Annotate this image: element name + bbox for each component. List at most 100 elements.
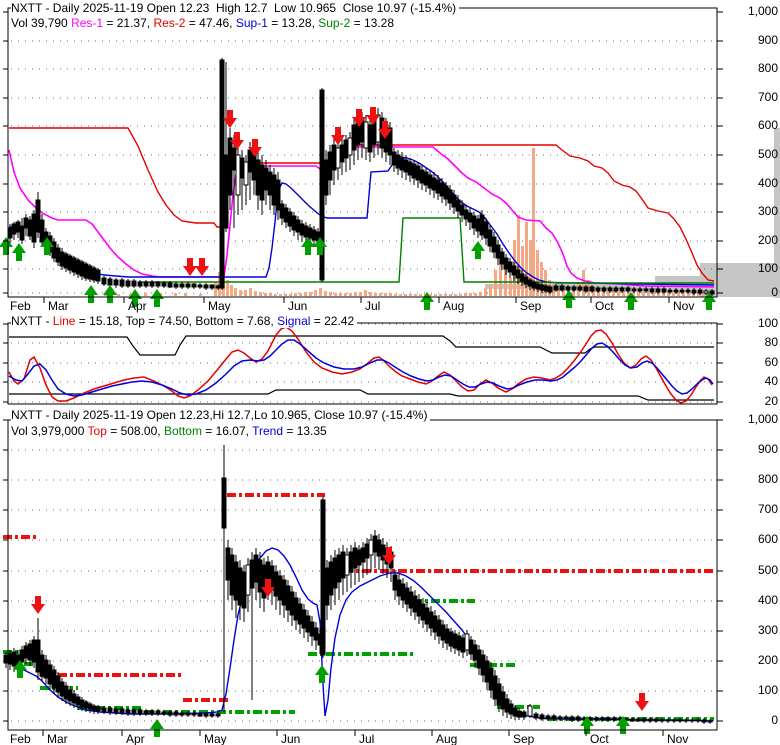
buy-signal-arrow-icon [150, 289, 164, 307]
indicator-line [8, 326, 713, 404]
buy-signal-arrow-icon [315, 665, 329, 683]
y-axis-label: 900 [757, 33, 778, 47]
y-axis-label: 1,000 [747, 4, 778, 18]
oscillator-panel [3, 322, 723, 405]
y-axis-label: 600 [757, 118, 778, 132]
y-axis-label: 400 [757, 176, 778, 190]
header-segment: = 21.37, [103, 16, 154, 30]
y-axis-label: 40 [764, 374, 778, 388]
month-label: Oct [595, 299, 614, 313]
y-axis-label: 60 [764, 355, 778, 369]
header-segment: = 13.35 [283, 424, 327, 438]
sell-signal-arrow-icon [195, 258, 209, 276]
price2-header-line1: NXTT - Daily 2025-11-19 Open 12.23,Hi 12… [11, 408, 431, 422]
header-segment: = 16.07, [201, 424, 253, 438]
y-axis-label: 700 [757, 90, 778, 104]
sell-signal-arrow-icon [635, 693, 649, 711]
month-label: Jul [359, 732, 375, 745]
month-label: Jun [288, 299, 308, 313]
y-axis-label: 800 [757, 472, 778, 486]
header-segment: Sup-1 [235, 16, 268, 30]
y-axis-label: 200 [757, 233, 778, 247]
sell-signal-arrow-icon [223, 110, 237, 128]
header-segment: Line [52, 314, 76, 328]
chart-window: 1,000 900 800 700 600 500 400 300 200 100 0 Feb Mar A… [0, 0, 780, 745]
month-label: Apr [128, 299, 147, 313]
header-segment: Vol 39,790 [11, 16, 72, 30]
header-segment: = 508.00, [106, 424, 164, 438]
header-segment: = 15.18, Top = 74.50, Bottom = 7.68, [75, 314, 278, 328]
y-axis-label: 1,000 [747, 412, 778, 426]
indicator-line [8, 146, 715, 288]
month-label: Feb [10, 299, 31, 313]
price2-candles [3, 445, 713, 724]
buy-signal-arrow-icon [103, 285, 117, 303]
header-segment: Signal [277, 314, 311, 328]
y-axis-label: 800 [757, 61, 778, 75]
y-axis-label: 300 [757, 204, 778, 218]
month-label: Mar [47, 732, 68, 745]
sell-signal-arrow-icon [183, 258, 197, 276]
month-label: Oct [590, 732, 609, 745]
y-axis-label: 500 [757, 563, 778, 577]
price-header-line2: Vol 39,790 Res-1 = 21.37, Res-2 = 47.46,… [11, 16, 397, 30]
y-axis-label: 0 [771, 285, 778, 299]
y-axis-label: 100 [757, 316, 778, 330]
month-label: Mar [48, 299, 69, 313]
header-segment: Top [87, 424, 107, 438]
buy-signal-arrow-icon [150, 719, 164, 737]
y-axis-label: 20 [764, 394, 778, 408]
month-label: Jun [281, 732, 301, 745]
y-axis-label: 600 [757, 532, 778, 546]
indicator-line [8, 339, 714, 397]
indicator-line [8, 547, 714, 722]
header-segment: NXTT - [11, 314, 53, 328]
buy-signal-arrow-icon [12, 243, 26, 261]
y-axis-label: 200 [757, 653, 778, 667]
price2-header-line2: Vol 3,979,000 Top = 508.00, Bottom = 16.… [11, 424, 330, 438]
header-segment: = 13.28 [350, 16, 394, 30]
y-axis-label: 500 [757, 147, 778, 161]
buy-signal-arrow-icon [84, 285, 98, 303]
header-segment: Trend [252, 424, 284, 438]
month-label: Apr [126, 732, 145, 745]
indicator-line [9, 389, 714, 401]
oscillator-header: NXTT - Line = 15.18, Top = 74.50, Bottom… [11, 314, 358, 328]
month-label: Aug [436, 732, 458, 745]
y-axis-label: 400 [757, 593, 778, 607]
month-label: Jul [365, 299, 381, 313]
month-label: Feb [10, 732, 31, 745]
chart-canvas[interactable] [0, 0, 780, 745]
buy-signal-arrow-icon [0, 237, 13, 255]
price-candles [7, 58, 715, 296]
header-segment: = 13.28, [267, 16, 319, 30]
y-axis-label: 0 [771, 713, 778, 727]
month-label: May [204, 732, 227, 745]
header-segment: Sup-2 [318, 16, 351, 30]
month-label: Sep [513, 732, 535, 745]
y-axis-label: 300 [757, 623, 778, 637]
buy-signal-arrow-icon [471, 241, 485, 259]
month-label: May [208, 299, 231, 313]
month-label: Sep [520, 299, 542, 313]
buy-signal-arrow-icon [624, 292, 638, 310]
month-label: Nov [673, 299, 695, 313]
month-label: Aug [443, 299, 465, 313]
indicator-line [9, 335, 714, 356]
month-label: Nov [667, 732, 689, 745]
y-axis-label: 100 [757, 261, 778, 275]
resistance-dash-lines [3, 493, 714, 702]
y-axis-label: 80 [764, 335, 778, 349]
price2-panel [3, 419, 723, 737]
sell-signal-arrow-icon [331, 127, 345, 145]
header-segment: Vol 3,979,000 [11, 424, 88, 438]
support-dash-lines [3, 599, 714, 721]
y-axis-label: 900 [757, 442, 778, 456]
header-segment: = 47.46, [185, 16, 236, 30]
header-segment: Res-1 [71, 16, 104, 30]
price-header-line1: NXTT - Daily 2025-11-19 Open 12.23 High … [11, 1, 460, 15]
y-axis-label: 100 [757, 683, 778, 697]
sell-signal-arrow-icon [31, 596, 45, 614]
header-segment: Bottom [163, 424, 202, 438]
price-panel [0, 7, 780, 310]
